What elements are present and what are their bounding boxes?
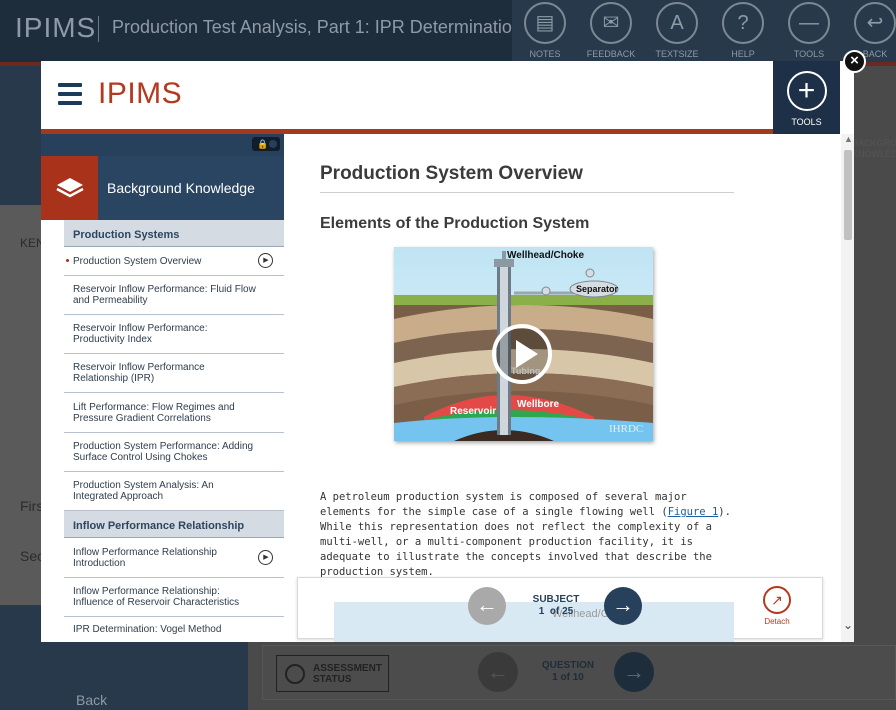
title-divider [320,192,734,193]
content-scrollbar[interactable]: ▲ ⌄ [841,134,854,642]
nav-item-chokes[interactable]: Production System Performance: Adding Su… [64,433,284,472]
lock-toggle-icon[interactable]: 🔒 [252,137,280,151]
feedback-button[interactable]: ✉ FEEDBACK [578,2,644,59]
tools-button-bg[interactable]: — TOOLS [776,2,842,59]
back-icon: ↩ [854,2,896,44]
nav-item-ipr-reservoir-characteristics[interactable]: Inflow Performance Relationship: Influen… [64,578,284,617]
play-circle-icon[interactable]: ▶ [258,550,273,565]
label-separator: Separator [576,284,619,294]
nav-item-integrated-approach[interactable]: Production System Analysis: An Integrate… [64,472,284,511]
section-header-ipr: Inflow Performance Relationship [64,511,284,538]
app-logo: IPIMS [15,12,97,43]
background-knowledge-header[interactable]: Background Knowledge [41,156,284,220]
pie-icon [285,664,305,684]
scroll-up-arrow-icon[interactable]: ▲ [844,134,853,144]
figure-1-link[interactable]: Figure 1 [668,506,719,518]
play-video-icon[interactable] [492,324,552,384]
textsize-button[interactable]: A TEXTSIZE [644,2,710,59]
nav-item-ipr[interactable]: Reservoir Inflow Performance Relationshi… [64,354,284,393]
app-toolbar: ▤ NOTES ✉ FEEDBACK A TEXTSIZE ? HELP — T… [512,0,896,62]
detach-icon: ↗ [763,586,791,614]
textsize-icon: A [656,2,698,44]
play-circle-icon[interactable]: ▶ [258,253,273,268]
question-next-button[interactable]: → [614,652,654,692]
scroll-down-chevron-icon[interactable]: ⌄ [843,618,853,632]
detach-button[interactable]: ↗ Detach [760,586,794,626]
question-indicator: QUESTION 1 of 10 [541,660,595,683]
sidebar-top-strip: 🔒 [41,134,284,156]
ihrdc-watermark: IHRDC [609,423,644,435]
tools-icon: — [788,2,830,44]
section-header-production-systems: Production Systems [64,220,284,247]
right-side-label: BACKGROUND KNOWLEDGE [852,138,896,159]
page-title: Production System Overview [320,163,583,184]
background-knowledge-modal: IPIMS + TOOLS 🔒 Background Knowledge Pro… [41,61,854,642]
production-system-video[interactable]: Wellhead/Choke Separator Tubing Reservoi… [394,247,653,441]
layers-icon [41,156,98,220]
notes-icon: ▤ [524,2,566,44]
nav-item-productivity-index[interactable]: Reservoir Inflow Performance: Productivi… [64,315,284,354]
question-prev-button[interactable]: ← [478,652,518,692]
plus-icon: + [786,71,827,111]
label-wellhead: Wellhead/Choke [507,250,585,261]
close-modal-icon[interactable]: × [843,50,866,73]
subject-next-button[interactable]: → [604,587,642,625]
tools-button[interactable]: + TOOLS [773,61,840,138]
nav-item-production-system-overview[interactable]: Production System Overview ▶ [64,247,284,276]
content-pane: Production System Overview Elements of t… [284,134,841,642]
nav-item-vogel-method[interactable]: IPR Determination: Vogel Method [64,617,284,642]
modal-header: IPIMS [41,61,854,129]
label-wellbore: Wellbore [517,399,560,410]
nav-item-ipr-introduction[interactable]: Inflow Performance Relationship Introduc… [64,538,284,578]
intro-paragraph: A petroleum production system is compose… [320,491,731,578]
header-divider [98,16,99,42]
topic-list: Production Systems Production System Ove… [64,220,284,642]
modal-logo: IPIMS [98,77,183,110]
help-icon: ? [722,2,764,44]
nav-item-lift-performance[interactable]: Lift Performance: Flow Regimes and Press… [64,393,284,433]
nav-item-fluid-flow[interactable]: Reservoir Inflow Performance: Fluid Flow… [64,276,284,315]
help-button[interactable]: ? HELP [710,2,776,59]
menu-icon[interactable] [58,83,82,105]
app-title: Production Test Analysis, Part 1: IPR De… [112,17,522,37]
subject-indicator: SUBJECT 1 of 25 [532,594,580,617]
scroll-thumb[interactable] [844,150,852,240]
modal-sidebar: 🔒 Background Knowledge Production System… [41,134,284,642]
feedback-icon: ✉ [590,2,632,44]
section-title: Elements of the Production System [320,215,590,232]
back-link[interactable]: Back [76,692,107,708]
assessment-status-button[interactable]: ASSESSMENT STATUS [276,655,389,692]
notes-button[interactable]: ▤ NOTES [512,2,578,59]
background-knowledge-label: Background Knowledge [107,180,255,196]
label-reservoir: Reservoir [450,406,497,417]
subject-prev-button[interactable]: ← [468,587,506,625]
